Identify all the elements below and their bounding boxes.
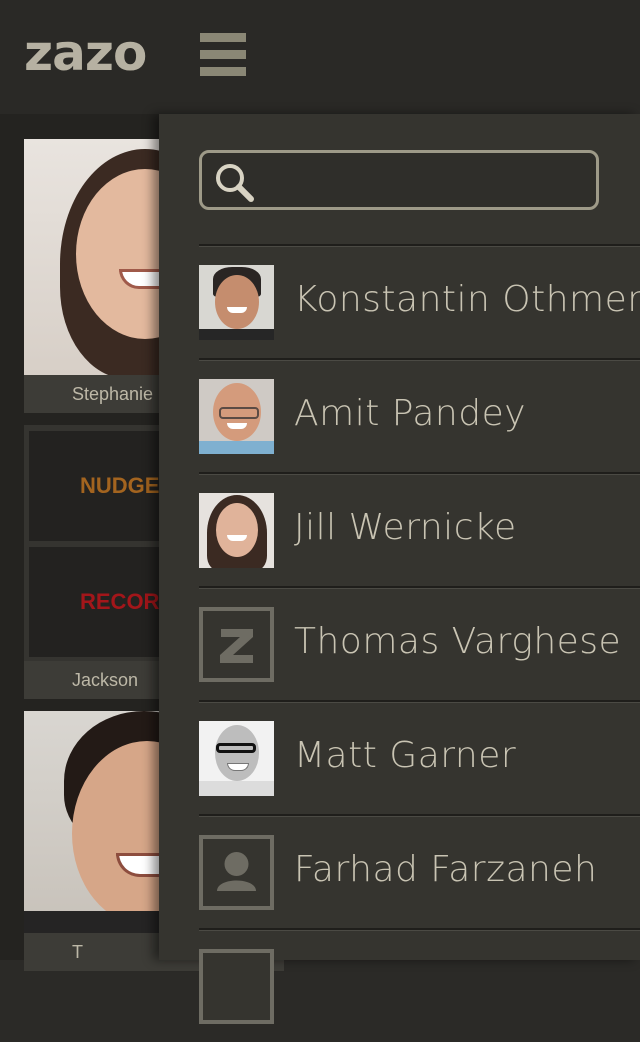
contact-avatar (199, 265, 274, 340)
person-glyph (217, 852, 256, 891)
face-shape (215, 275, 259, 329)
search-box[interactable] (199, 150, 599, 210)
smile-shape (227, 423, 247, 429)
smile-shape (227, 535, 247, 541)
contact-row[interactable] (199, 928, 640, 1042)
contact-name: Thomas Varghese (294, 621, 622, 662)
glasses-shape (216, 743, 256, 753)
contact-row[interactable]: Matt Garner (199, 700, 640, 814)
contact-avatar (199, 493, 274, 568)
person-placeholder-icon (199, 835, 274, 910)
zazo-z-glyph (220, 629, 253, 663)
face-shape (215, 725, 259, 781)
menu-bar (200, 33, 246, 42)
contact-avatar (199, 379, 274, 454)
contact-name: Konstantin Othmer (294, 279, 640, 320)
contact-name: Jill Wernicke (294, 507, 517, 548)
shirt-shape (199, 441, 274, 454)
contact-row[interactable]: Jill Wernicke (199, 472, 640, 586)
contact-row[interactable]: Farhad Farzaneh (199, 814, 640, 928)
menu-bar (200, 50, 246, 59)
zazo-logo: zazo (24, 24, 147, 82)
shirt-shape (199, 329, 274, 340)
menu-bar (200, 67, 246, 76)
hamburger-icon[interactable] (200, 33, 246, 77)
contact-list: Konstantin Othmer Amit Pandey Jill Werni… (199, 244, 640, 1042)
contact-row[interactable]: Konstantin Othmer (199, 244, 640, 358)
search-input[interactable] (262, 161, 586, 201)
contact-avatar (199, 721, 274, 796)
person-placeholder-icon (199, 949, 274, 1024)
contacts-drawer: Konstantin Othmer Amit Pandey Jill Werni… (159, 114, 640, 1024)
contact-name: Matt Garner (294, 735, 517, 776)
face-shape (216, 503, 258, 557)
search-icon (216, 164, 254, 202)
app-header: zazo (0, 0, 640, 114)
contact-name: Farhad Farzaneh (294, 849, 598, 890)
contact-row[interactable]: Thomas Varghese (199, 586, 640, 700)
zazo-logo-icon (199, 607, 274, 682)
glasses-shape (219, 407, 259, 419)
contact-name: Amit Pandey (294, 393, 527, 434)
shirt-shape (199, 781, 274, 796)
contact-row[interactable]: Amit Pandey (199, 358, 640, 472)
smile-shape (227, 307, 247, 313)
